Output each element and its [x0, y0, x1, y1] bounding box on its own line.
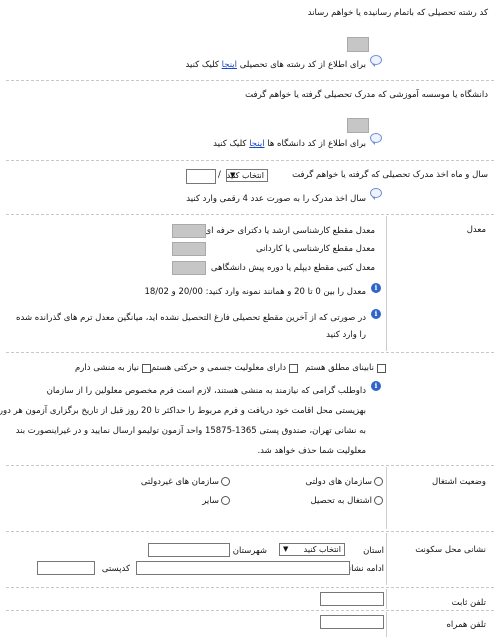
- major-help-suffix: کلیک کنید: [185, 60, 219, 70]
- section-divider: [6, 465, 494, 466]
- date-slash: /: [218, 170, 221, 180]
- section-divider: [6, 214, 494, 215]
- disability-note-line: بهزیستی محل اقامت خود دریافت و فرم مربوط…: [0, 406, 366, 416]
- disability-note-line: به نشانی تهران، صندوق پستی 1365-15875 وا…: [15, 426, 366, 436]
- employment-studying-radio[interactable]: [374, 496, 383, 505]
- column-divider: [386, 612, 387, 637]
- employment-other-radio[interactable]: [221, 496, 230, 505]
- help-bubble-icon: [370, 188, 382, 200]
- province-selected: انتخاب کنید: [303, 545, 341, 554]
- column-divider: [386, 533, 387, 585]
- info-icon: i: [371, 309, 381, 319]
- postal-code-label: کدپستی: [101, 564, 130, 574]
- help-bubble-icon: [370, 133, 382, 145]
- postal-code-input[interactable]: [37, 561, 95, 575]
- gpa-section-label: معدل: [466, 225, 486, 235]
- province-label: استان: [363, 546, 384, 556]
- province-select[interactable]: ▼ انتخاب کنید: [279, 543, 345, 556]
- mobile-label: تلفن همراه: [446, 620, 486, 630]
- university-help-text: برای اطلاع از کد دانشگاه ها اینجا کلیک ک…: [213, 139, 366, 149]
- blind-label: نابینای مطلق هستم: [305, 363, 374, 373]
- gpa-format-note: معدل را بین 0 تا 20 و همانند نمونه وارد …: [144, 287, 366, 297]
- major-help-link[interactable]: اینجا: [222, 60, 237, 70]
- needs-assistant-label: نیاز به منشی دارم: [75, 363, 139, 373]
- chevron-down-icon: ▼: [283, 545, 289, 553]
- section-divider: [6, 80, 494, 81]
- gpa-row-label: معدل مقطع کارشناسی یا کاردانی: [256, 244, 375, 254]
- employment-nongovernment-label: سازمان های غیردولتی: [140, 477, 219, 487]
- blind-checkbox[interactable]: [377, 364, 386, 373]
- degree-month-select[interactable]: ▼ انتخاب کنید: [226, 169, 268, 182]
- info-icon: i: [371, 283, 381, 293]
- section-divider: [6, 160, 494, 161]
- degree-date-question: سال و ماه اخذ مدرک تحصیلی که گرفته یا خو…: [292, 170, 488, 180]
- employment-studying-label: اشتغال به تحصیل: [310, 496, 372, 506]
- degree-month-selected: انتخاب کنید: [226, 171, 264, 180]
- phone-label: تلفن ثابت: [451, 598, 486, 608]
- needs-assistant-checkbox[interactable]: [142, 364, 151, 373]
- gpa-row-label: معدل مقطع کارشناسی ارشد یا دکترای حرفه ا…: [204, 226, 375, 236]
- phone-input[interactable]: [320, 592, 384, 606]
- disability-note-line: معلولیت شما حذف خواهد شد.: [257, 446, 366, 456]
- column-divider: [386, 216, 387, 351]
- gpa-bachelors-input[interactable]: [172, 242, 206, 256]
- employment-government-radio[interactable]: [374, 477, 383, 486]
- major-code-question: کد رشته تحصیلی که باتمام رسانیده یا خواه…: [307, 8, 488, 18]
- university-help-link[interactable]: اینجا: [249, 139, 264, 149]
- city-label: شهرستان: [232, 546, 267, 556]
- university-help-prefix: برای اطلاع از کد دانشگاه ها: [267, 139, 366, 149]
- address-label: نشانی محل سکونت: [415, 545, 486, 555]
- section-divider: [6, 352, 494, 353]
- gpa-row-label: معدل کتبی مقطع دیپلم یا دوره پیش دانشگاه…: [210, 263, 375, 273]
- major-help-prefix: برای اطلاع از کد رشته های تحصیلی: [239, 60, 366, 70]
- major-code-input[interactable]: [347, 37, 369, 52]
- column-divider: [386, 467, 387, 529]
- section-divider: [6, 610, 494, 611]
- help-bubble-icon: [370, 55, 382, 67]
- employment-nongovernment-radio[interactable]: [221, 477, 230, 486]
- gpa-diploma-input[interactable]: [172, 261, 206, 275]
- employment-other-label: سایر: [202, 496, 219, 506]
- university-question: دانشگاه یا موسسه آموزشی که مدرک تحصیلی گ…: [245, 90, 488, 100]
- degree-year-hint: سال اخذ مدرک را به صورت عدد 4 رقمی وارد …: [186, 194, 366, 204]
- gpa-note-line: را وارد کنید: [326, 330, 366, 340]
- disability-note-line: داوطلب گرامی که نیازمند به منشی هستند، ل…: [46, 386, 366, 396]
- university-code-input[interactable]: [347, 118, 369, 133]
- physical-disability-label: دارای معلولیت جسمی و حرکتی هستم: [150, 363, 286, 373]
- degree-year-input[interactable]: [186, 169, 216, 184]
- major-help-text: برای اطلاع از کد رشته های تحصیلی اینجا ک…: [186, 60, 366, 70]
- mobile-input[interactable]: [320, 615, 384, 629]
- info-icon: i: [371, 381, 381, 391]
- section-divider: [6, 587, 494, 588]
- gpa-note-line: در صورتی که از آخرین مقطع تحصیلی فارغ ال…: [16, 313, 366, 323]
- university-help-suffix: کلیک کنید: [213, 139, 247, 149]
- employment-label: وضعیت اشتغال: [432, 477, 486, 487]
- column-divider: [386, 589, 387, 609]
- employment-government-label: سازمان های دولتی: [305, 477, 372, 487]
- city-input[interactable]: [148, 543, 230, 557]
- address-rest-input[interactable]: [136, 561, 350, 575]
- gpa-masters-input[interactable]: [172, 224, 206, 238]
- section-divider: [6, 531, 494, 532]
- physical-disability-checkbox[interactable]: [289, 364, 298, 373]
